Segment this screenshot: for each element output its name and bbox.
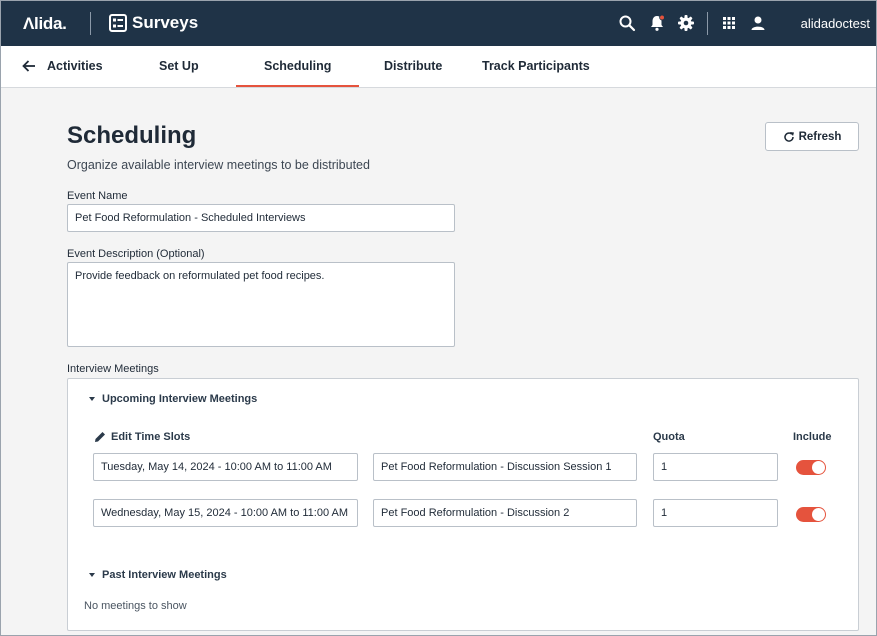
quota-header: Quota — [653, 431, 685, 443]
interview-meetings-label: Interview Meetings — [67, 363, 159, 375]
surveys-app-icon — [109, 14, 127, 32]
refresh-icon — [783, 131, 794, 142]
nav-tabs: Activities Set Up Scheduling Distribute … — [1, 46, 876, 88]
meeting-name-input[interactable]: Pet Food Reformulation - Discussion Sess… — [373, 453, 637, 481]
app-window: Λlida. Surveys alidadoctest Activities S… — [0, 0, 877, 636]
divider — [707, 12, 708, 35]
quota-input[interactable]: 1 — [653, 453, 778, 481]
caret-down-icon — [89, 397, 95, 401]
include-header: Include — [793, 431, 832, 443]
event-description-textarea[interactable]: Provide feedback on reformulated pet foo… — [67, 262, 455, 347]
caret-down-icon — [89, 573, 95, 577]
event-name-input[interactable]: Pet Food Reformulation - Scheduled Inter… — [67, 204, 455, 232]
time-slot-input[interactable]: Tuesday, May 14, 2024 - 10:00 AM to 11:0… — [93, 453, 358, 481]
tab-activities[interactable]: Activities — [47, 46, 103, 87]
gear-icon[interactable] — [677, 14, 695, 32]
include-toggle[interactable] — [796, 507, 826, 522]
upcoming-meetings-toggle[interactable]: Upcoming Interview Meetings — [89, 393, 257, 405]
edit-time-slots-label: Edit Time Slots — [111, 431, 191, 443]
refresh-label: Refresh — [798, 130, 842, 143]
page-subtitle: Organize available interview meetings to… — [67, 158, 370, 172]
time-slot-input[interactable]: Wednesday, May 15, 2024 - 10:00 AM to 11… — [93, 499, 358, 527]
past-meetings-title: Past Interview Meetings — [102, 569, 227, 581]
back-arrow-icon[interactable] — [21, 58, 37, 74]
upcoming-meetings-title: Upcoming Interview Meetings — [102, 393, 258, 405]
event-description-label: Event Description (Optional) — [67, 248, 205, 260]
divider — [90, 12, 91, 35]
no-meetings-message: No meetings to show — [84, 600, 187, 612]
quota-input[interactable]: 1 — [653, 499, 778, 527]
refresh-button[interactable]: Refresh — [765, 122, 859, 151]
user-name[interactable]: alidadoctest — [801, 16, 870, 31]
notification-bell-icon[interactable] — [648, 14, 666, 32]
app-title: Surveys — [132, 13, 199, 32]
apps-grid-icon[interactable] — [720, 14, 738, 32]
tab-setup[interactable]: Set Up — [159, 46, 199, 87]
tab-scheduling[interactable]: Scheduling — [235, 46, 360, 87]
event-name-label: Event Name — [67, 190, 128, 202]
pencil-icon — [95, 432, 105, 442]
tab-distribute[interactable]: Distribute — [384, 46, 442, 87]
edit-time-slots-button[interactable]: Edit Time Slots — [94, 431, 190, 443]
toggle-knob — [812, 461, 825, 474]
page-title: Scheduling — [67, 122, 197, 149]
include-toggle[interactable] — [796, 460, 826, 475]
alida-logo[interactable]: Λlida. — [23, 14, 67, 34]
past-meetings-toggle[interactable]: Past Interview Meetings — [89, 569, 227, 581]
top-bar: Λlida. Surveys alidadoctest — [1, 1, 876, 46]
meeting-name-input[interactable]: Pet Food Reformulation - Discussion 2 — [373, 499, 637, 527]
user-icon[interactable] — [749, 14, 767, 32]
toggle-knob — [812, 508, 825, 521]
search-icon[interactable] — [618, 14, 636, 32]
tab-track-participants[interactable]: Track Participants — [482, 46, 590, 87]
